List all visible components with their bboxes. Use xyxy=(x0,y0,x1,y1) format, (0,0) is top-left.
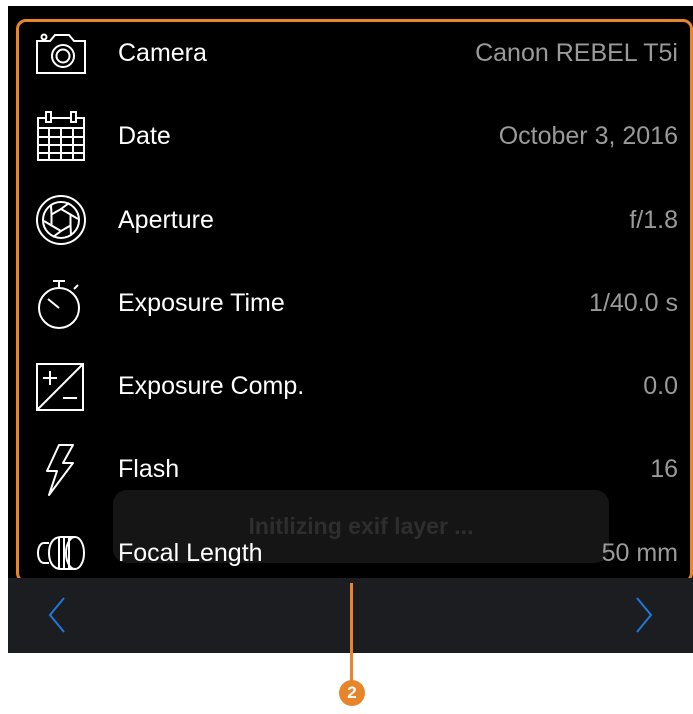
flash-icon xyxy=(33,441,89,497)
exif-label-camera: Camera xyxy=(118,39,207,67)
exif-row-aperture: Aperture f/1.8 xyxy=(19,192,688,248)
exif-value-focal-length: 50 mm xyxy=(601,539,678,567)
exif-row-exposure-time: Exposure Time 1/40.0 s xyxy=(19,275,688,331)
exif-value-exposure-time: 1/40.0 s xyxy=(589,289,678,317)
next-button[interactable] xyxy=(623,592,663,638)
exif-label-exposure-comp: Exposure Comp. xyxy=(118,372,305,400)
exif-value-exposure-comp: 0.0 xyxy=(643,372,678,400)
camera-icon xyxy=(33,25,89,81)
exif-value-flash: 16 xyxy=(650,455,678,483)
stopwatch-icon xyxy=(33,275,89,331)
chevron-left-icon xyxy=(48,597,65,633)
lens-icon xyxy=(33,525,89,581)
callout-line xyxy=(350,583,353,684)
exif-row-exposure-comp: Exposure Comp. 0.0 xyxy=(19,358,688,414)
exif-label-exposure-time: Exposure Time xyxy=(118,289,285,317)
exif-label-aperture: Aperture xyxy=(118,206,214,234)
exif-row-camera: Camera Canon REBEL T5i xyxy=(19,25,688,81)
chevron-right-icon xyxy=(636,597,653,633)
exif-screen: Camera Canon REBEL T5i Date October 3, 2… xyxy=(8,6,693,653)
callout-badge: 2 xyxy=(339,680,365,706)
previous-button[interactable] xyxy=(38,592,78,638)
exif-label-date: Date xyxy=(118,122,171,150)
exif-row-focal-length: Focal Length 50 mm xyxy=(19,525,688,581)
exif-label-flash: Flash xyxy=(118,455,180,483)
exif-info-panel: Camera Canon REBEL T5i Date October 3, 2… xyxy=(16,19,693,583)
aperture-icon xyxy=(33,192,89,248)
exif-label-focal-length: Focal Length xyxy=(118,539,263,567)
exif-value-camera: Canon REBEL T5i xyxy=(475,39,678,67)
exif-value-aperture: f/1.8 xyxy=(629,206,678,234)
exif-value-date: October 3, 2016 xyxy=(498,122,678,150)
exposure-comp-icon xyxy=(33,358,89,414)
exif-row-date: Date October 3, 2016 xyxy=(19,108,688,164)
exif-row-flash: Flash 16 xyxy=(19,441,688,497)
calendar-icon xyxy=(33,108,89,164)
